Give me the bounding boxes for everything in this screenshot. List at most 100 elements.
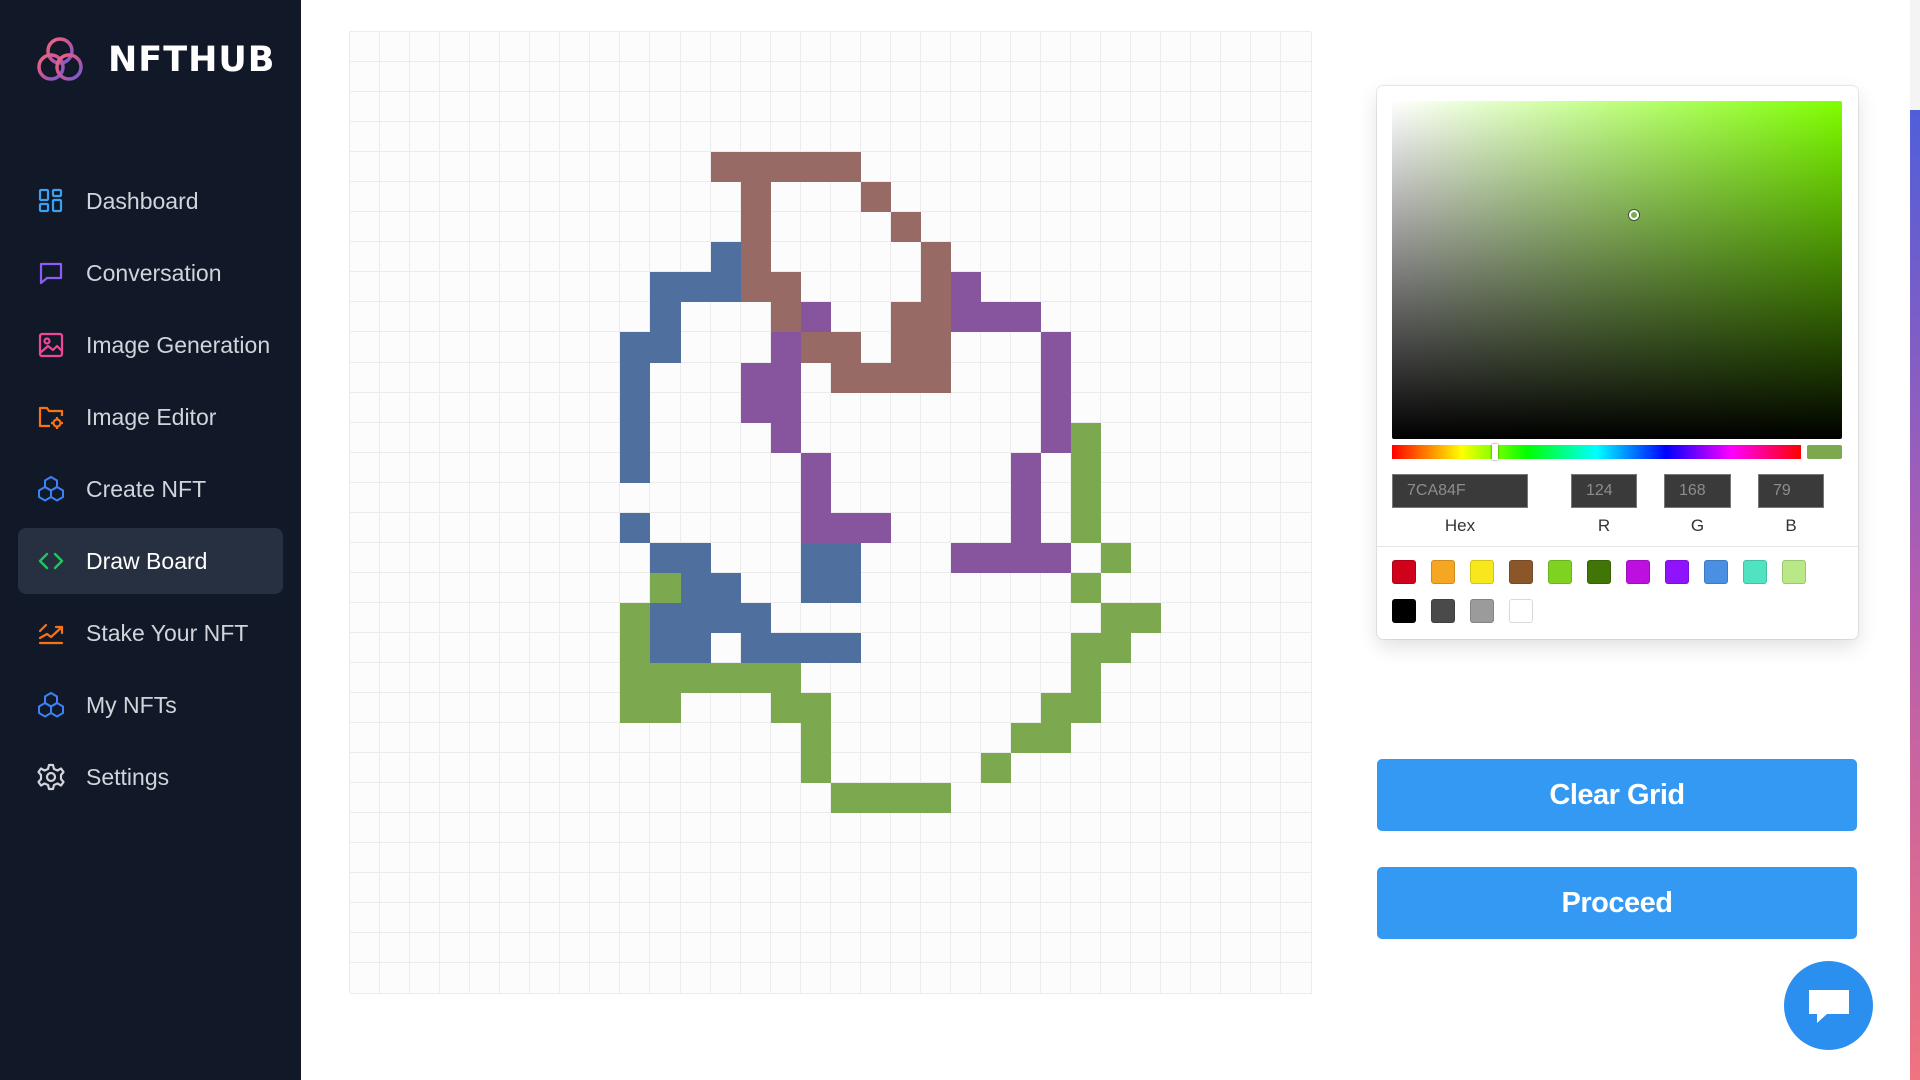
grid-cell[interactable] <box>1131 753 1162 784</box>
grid-cell[interactable] <box>740 212 771 243</box>
preset-color-swatch[interactable] <box>1509 599 1533 623</box>
grid-cell[interactable] <box>410 933 441 964</box>
grid-cell[interactable] <box>860 963 891 994</box>
grid-cell[interactable] <box>500 873 531 904</box>
grid-cell[interactable] <box>650 963 681 994</box>
grid-cell[interactable] <box>860 362 891 393</box>
grid-cell[interactable] <box>500 152 531 183</box>
grid-cell[interactable] <box>1041 753 1072 784</box>
grid-cell[interactable] <box>950 903 981 934</box>
grid-cell[interactable] <box>350 693 381 724</box>
grid-cell[interactable] <box>1071 212 1102 243</box>
grid-cell[interactable] <box>590 662 621 694</box>
grid-cell[interactable] <box>1131 602 1162 633</box>
grid-cell[interactable] <box>350 32 381 63</box>
grid-cell[interactable] <box>770 512 801 543</box>
grid-cell[interactable] <box>500 302 531 333</box>
grid-cell[interactable] <box>1071 753 1102 784</box>
grid-cell[interactable] <box>380 272 411 303</box>
grid-cell[interactable] <box>1011 963 1042 994</box>
grid-cell[interactable] <box>1281 512 1312 543</box>
grid-cell[interactable] <box>530 783 561 814</box>
grid-cell[interactable] <box>1251 873 1282 904</box>
preset-color-swatch[interactable] <box>1626 560 1650 584</box>
grid-cell[interactable] <box>1191 242 1222 273</box>
grid-cell[interactable] <box>1191 62 1222 93</box>
preset-color-swatch[interactable] <box>1587 560 1611 584</box>
grid-cell[interactable] <box>440 212 471 243</box>
grid-cell[interactable] <box>1251 32 1282 63</box>
grid-cell[interactable] <box>440 813 471 844</box>
grid-cell[interactable] <box>1101 542 1132 573</box>
grid-cell[interactable] <box>860 512 891 543</box>
grid-cell[interactable] <box>860 723 891 754</box>
grid-cell[interactable] <box>500 272 531 303</box>
grid-cell[interactable] <box>740 693 771 724</box>
grid-cell[interactable] <box>800 572 831 603</box>
grid-cell[interactable] <box>890 452 921 483</box>
grid-cell[interactable] <box>770 753 801 784</box>
grid-cell[interactable] <box>1101 903 1132 934</box>
grid-cell[interactable] <box>1131 572 1162 603</box>
grid-cell[interactable] <box>500 843 531 874</box>
grid-cell[interactable] <box>740 272 771 303</box>
grid-cell[interactable] <box>890 332 921 363</box>
grid-cell[interactable] <box>470 813 501 844</box>
grid-cell[interactable] <box>470 542 501 573</box>
grid-cell[interactable] <box>1101 62 1132 93</box>
grid-cell[interactable] <box>950 362 981 393</box>
grid-cell[interactable] <box>1011 693 1042 724</box>
grid-cell[interactable] <box>1101 242 1132 273</box>
grid-cell[interactable] <box>350 873 381 904</box>
sidebar-item-dashboard[interactable]: Dashboard <box>18 168 283 234</box>
grid-cell[interactable] <box>530 512 561 543</box>
grid-cell[interactable] <box>860 813 891 844</box>
grid-cell[interactable] <box>1161 452 1192 483</box>
grid-cell[interactable] <box>830 512 861 543</box>
grid-cell[interactable] <box>860 662 891 694</box>
grid-cell[interactable] <box>350 602 381 633</box>
grid-cell[interactable] <box>1281 182 1312 213</box>
grid-cell[interactable] <box>530 602 561 633</box>
grid-cell[interactable] <box>1071 92 1102 123</box>
grid-cell[interactable] <box>560 32 591 63</box>
grid-cell[interactable] <box>500 212 531 243</box>
grid-cell[interactable] <box>470 152 501 183</box>
grid-cell[interactable] <box>350 813 381 844</box>
grid-cell[interactable] <box>350 843 381 874</box>
grid-cell[interactable] <box>500 392 531 423</box>
grid-cell[interactable] <box>980 62 1012 93</box>
grid-cell[interactable] <box>710 813 741 844</box>
grid-cell[interactable] <box>620 242 651 273</box>
grid-cell[interactable] <box>680 242 711 273</box>
grid-cell[interactable] <box>560 783 591 814</box>
grid-cell[interactable] <box>890 813 921 844</box>
grid-cell[interactable] <box>590 422 621 453</box>
grid-cell[interactable] <box>560 602 591 633</box>
grid-cell[interactable] <box>650 873 681 904</box>
grid-cell[interactable] <box>380 963 411 994</box>
grid-cell[interactable] <box>920 542 951 573</box>
grid-cell[interactable] <box>1191 422 1222 453</box>
grid-cell[interactable] <box>860 302 891 333</box>
grid-cell[interactable] <box>410 903 441 934</box>
grid-cell[interactable] <box>680 843 711 874</box>
grid-cell[interactable] <box>980 963 1012 994</box>
grid-cell[interactable] <box>1161 242 1192 273</box>
grid-cell[interactable] <box>860 783 891 814</box>
grid-cell[interactable] <box>1071 122 1102 153</box>
grid-cell[interactable] <box>410 542 441 573</box>
grid-cell[interactable] <box>890 572 921 603</box>
grid-cell[interactable] <box>590 632 621 663</box>
grid-cell[interactable] <box>1281 662 1312 694</box>
grid-cell[interactable] <box>890 933 921 964</box>
grid-cell[interactable] <box>470 212 501 243</box>
grid-cell[interactable] <box>890 693 921 724</box>
grid-cell[interactable] <box>1071 873 1102 904</box>
grid-cell[interactable] <box>1251 422 1282 453</box>
grid-cell[interactable] <box>1101 212 1132 243</box>
grid-cell[interactable] <box>560 723 591 754</box>
grid-cell[interactable] <box>890 542 921 573</box>
grid-cell[interactable] <box>530 542 561 573</box>
grid-cell[interactable] <box>1101 512 1132 543</box>
